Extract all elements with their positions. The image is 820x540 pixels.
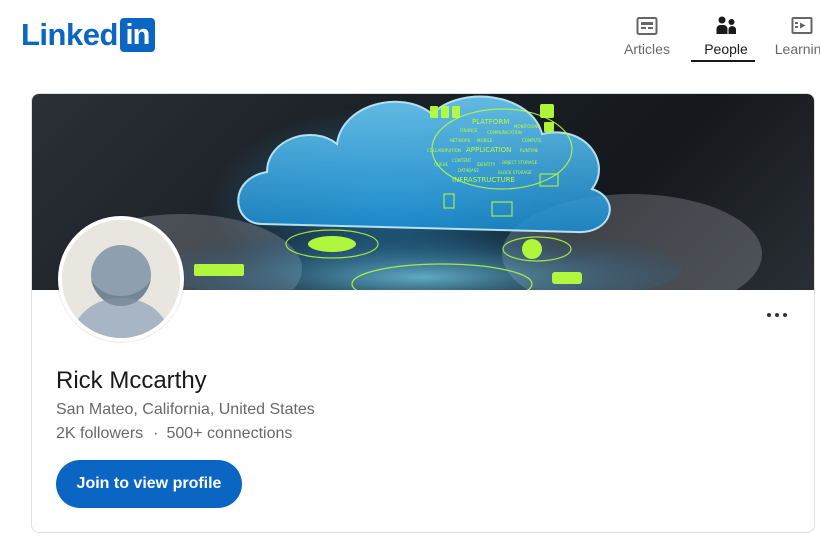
connections-count: 500+ connections — [166, 425, 293, 442]
svg-text:BLOCK STORAGE: BLOCK STORAGE — [498, 170, 532, 175]
people-icon — [714, 14, 738, 38]
join-to-view-profile-button[interactable]: Join to view profile — [56, 460, 242, 508]
stats-separator: · — [153, 425, 159, 442]
profile-stats: 2K followers · 500+ connections — [56, 424, 292, 444]
svg-text:CONTENT: CONTENT — [452, 158, 472, 163]
profile-name: Rick Mccarthy — [56, 367, 207, 394]
more-horizontal-icon — [775, 313, 779, 317]
svg-text:OBJECT STORAGE: OBJECT STORAGE — [502, 160, 538, 165]
svg-text:QUEUE: QUEUE — [434, 162, 449, 167]
svg-text:IDENTITY: IDENTITY — [477, 162, 496, 167]
logo-wordmark: Linked — [21, 17, 118, 52]
nav-item-learning[interactable]: Learning — [770, 10, 820, 62]
followers-count: 2K followers — [56, 425, 144, 442]
svg-text:APPLICATION: APPLICATION — [466, 146, 511, 154]
learning-icon — [790, 14, 814, 38]
svg-text:COMMUNICATION: COMMUNICATION — [487, 130, 522, 135]
more-actions-button[interactable] — [759, 302, 795, 328]
svg-text:MONITORING: MONITORING — [514, 124, 540, 129]
nav-item-label: Learning — [774, 41, 820, 57]
nav-item-label: Articles — [624, 41, 670, 57]
more-horizontal-icon — [767, 313, 771, 317]
svg-text:FINANCE: FINANCE — [460, 128, 478, 133]
svg-text:PLATFORM: PLATFORM — [472, 118, 509, 126]
svg-text:COLLABORATION: COLLABORATION — [427, 148, 461, 153]
svg-text:RUNTIME: RUNTIME — [520, 148, 539, 153]
svg-text:NETWORK: NETWORK — [450, 138, 471, 143]
articles-icon — [635, 14, 659, 38]
logo-in-box: in — [119, 18, 155, 52]
svg-text:MOBILE: MOBILE — [477, 138, 493, 143]
more-horizontal-icon — [783, 313, 787, 317]
svg-text:COMPUTE: COMPUTE — [522, 138, 542, 143]
profile-card: PLATFORM APPLICATION INFRASTRUCTURE FINA… — [31, 93, 815, 533]
svg-text:INFRASTRUCTURE: INFRASTRUCTURE — [452, 176, 515, 184]
profile-avatar[interactable] — [58, 216, 184, 342]
default-avatar-icon — [62, 220, 180, 338]
svg-text:DATABASE: DATABASE — [458, 168, 479, 173]
top-navigation: Articles People Learning — [612, 10, 820, 62]
nav-item-label: People — [704, 41, 748, 57]
profile-location: San Mateo, California, United States — [56, 401, 315, 418]
nav-item-people[interactable]: People — [691, 10, 758, 62]
linkedin-logo[interactable]: Linked in — [21, 18, 155, 52]
nav-item-articles[interactable]: Articles — [612, 10, 682, 62]
